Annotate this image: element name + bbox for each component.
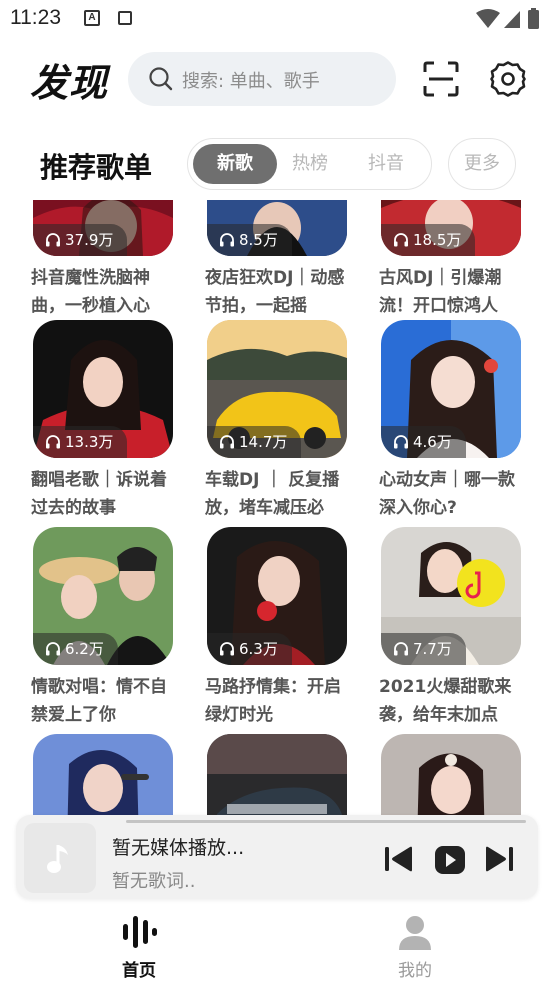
play-count: 14.7万 — [207, 426, 302, 458]
play-count: 7.7万 — [381, 633, 466, 665]
notification-app-icon: A — [84, 10, 100, 26]
playlist-title: 车载DJ ｜ 反复播放，堵车减压必 — [205, 470, 340, 518]
nav-home[interactable]: 首页 — [99, 912, 179, 981]
search-icon — [149, 67, 173, 91]
play-count-value: 4.6万 — [413, 433, 452, 451]
page-title: 发现 — [30, 61, 109, 105]
playlist-title: 古风DJ｜引爆潮流！开口惊鸿人 — [379, 268, 502, 316]
playlist-cover: 6.2万 — [33, 527, 173, 665]
tab-new-songs[interactable]: 新歌 — [193, 144, 277, 184]
tab-douyin[interactable]: 抖音 — [346, 144, 426, 184]
play-count-value: 18.5万 — [413, 231, 462, 249]
signal-battery-icon — [476, 8, 539, 29]
more-button[interactable]: 更多 — [448, 138, 516, 190]
nav-home-label: 首页 — [122, 961, 156, 981]
headphone-icon — [220, 233, 234, 247]
play-count: 8.5万 — [207, 224, 292, 256]
playlist-card[interactable]: 18.5万 古风DJ｜引爆潮流！开口惊鸿人 — [379, 200, 521, 318]
headphone-icon — [394, 233, 408, 247]
status-time: 11:23 — [10, 6, 61, 29]
playlist-cover: 37.9万 — [33, 200, 173, 256]
playlist-tab-group: 新歌 热榜 抖音 — [187, 138, 432, 190]
search-placeholder: 搜索: 单曲、歌手 — [182, 71, 320, 92]
headphone-icon — [46, 233, 60, 247]
playlist-cover: 6.3万 — [207, 527, 347, 665]
playlist-cover: 8.5万 — [207, 200, 347, 256]
playlist-cover: 14.7万 — [207, 320, 347, 458]
playlist-card[interactable]: 8.5万 夜店狂欢DJ｜动感节拍，一起摇 — [205, 200, 347, 318]
playlist-card[interactable]: 4.6万 心动女声｜哪一款深入你心? — [379, 320, 521, 520]
play-count-value: 14.7万 — [239, 433, 288, 451]
play-count-value: 13.3万 — [65, 433, 114, 451]
playlist-cover: 13.3万 — [33, 320, 173, 458]
user-icon — [399, 916, 431, 950]
notification-square-icon — [118, 11, 132, 25]
play-count-value: 37.9万 — [65, 231, 114, 249]
playlist-title: 抖音魔性洗脑神曲，一秒植入心 — [31, 268, 150, 316]
play-count-value: 6.3万 — [239, 640, 278, 658]
previous-track-icon[interactable] — [384, 845, 414, 873]
play-count: 37.9万 — [33, 224, 128, 256]
playlist-cover: 4.6万 — [381, 320, 521, 458]
next-track-icon[interactable] — [484, 845, 514, 873]
playlist-title: 情歌对唱：情不自禁爱上了你 — [31, 677, 167, 725]
playlist-card[interactable]: 14.7万 车载DJ ｜ 反复播放，堵车减压必 — [205, 320, 347, 520]
headphone-icon — [394, 642, 408, 656]
playlist-card[interactable]: 6.3万 马路抒情集：开启绿灯时光 — [205, 527, 347, 727]
play-count: 6.2万 — [33, 633, 118, 665]
section-title: 推荐歌单 — [40, 151, 153, 184]
playlist-cover: 18.5万 — [381, 200, 521, 256]
search-bar[interactable]: 搜索: 单曲、歌手 — [128, 52, 396, 106]
play-icon[interactable] — [434, 845, 466, 875]
play-count-value: 7.7万 — [413, 640, 452, 658]
scan-icon[interactable] — [422, 60, 460, 98]
play-count: 4.6万 — [381, 426, 466, 458]
playlist-cover: 7.7万 — [381, 527, 521, 665]
play-count: 18.5万 — [381, 224, 476, 256]
settings-gear-icon[interactable] — [489, 60, 527, 98]
play-count-value: 8.5万 — [239, 231, 278, 249]
sound-wave-icon — [123, 916, 157, 948]
playlist-title: 心动女声｜哪一款深入你心? — [379, 470, 515, 518]
headphone-icon — [46, 435, 60, 449]
play-count-value: 6.2万 — [65, 640, 104, 658]
headphone-icon — [220, 642, 234, 656]
playlist-card[interactable]: 6.2万 情歌对唱：情不自禁爱上了你 — [31, 527, 173, 727]
headphone-icon — [220, 435, 234, 449]
playlist-card[interactable]: 13.3万 翻唱老歌｜诉说着过去的故事 — [31, 320, 173, 520]
tab-hot-chart[interactable]: 热榜 — [270, 144, 350, 184]
playlist-title: 马路抒情集：开启绿灯时光 — [205, 677, 341, 725]
player-track-title: 暂无媒体播放... — [112, 837, 245, 859]
bottom-navigation: 首页 我的 — [0, 906, 554, 985]
playlist-title: 翻唱老歌｜诉说着过去的故事 — [31, 470, 167, 518]
mini-player[interactable]: 暂无媒体播放... 暂无歌词.. — [16, 815, 538, 899]
playback-progress-bar[interactable] — [126, 820, 526, 823]
headphone-icon — [46, 642, 60, 656]
playlist-grid: 37.9万 抖音魔性洗脑神曲，一秒植入心 8.5万 夜店狂欢DJ｜动感节拍，一起… — [0, 200, 554, 906]
player-album-art — [24, 823, 96, 893]
play-count: 6.3万 — [207, 633, 292, 665]
nav-profile[interactable]: 我的 — [375, 912, 455, 981]
player-lyric: 暂无歌词.. — [112, 871, 196, 892]
playlist-title: 2021火爆甜歌来袭，给年末加点 — [379, 677, 512, 725]
nav-profile-label: 我的 — [398, 961, 432, 981]
playlist-card[interactable]: 37.9万 抖音魔性洗脑神曲，一秒植入心 — [31, 200, 173, 318]
playlist-card[interactable]: 7.7万 2021火爆甜歌来袭，给年末加点 — [379, 527, 521, 727]
play-count: 13.3万 — [33, 426, 128, 458]
headphone-icon — [394, 435, 408, 449]
playlist-title: 夜店狂欢DJ｜动感节拍，一起摇 — [205, 268, 345, 316]
music-note-icon — [47, 845, 68, 873]
status-bar: 11:23 A — [0, 0, 554, 38]
